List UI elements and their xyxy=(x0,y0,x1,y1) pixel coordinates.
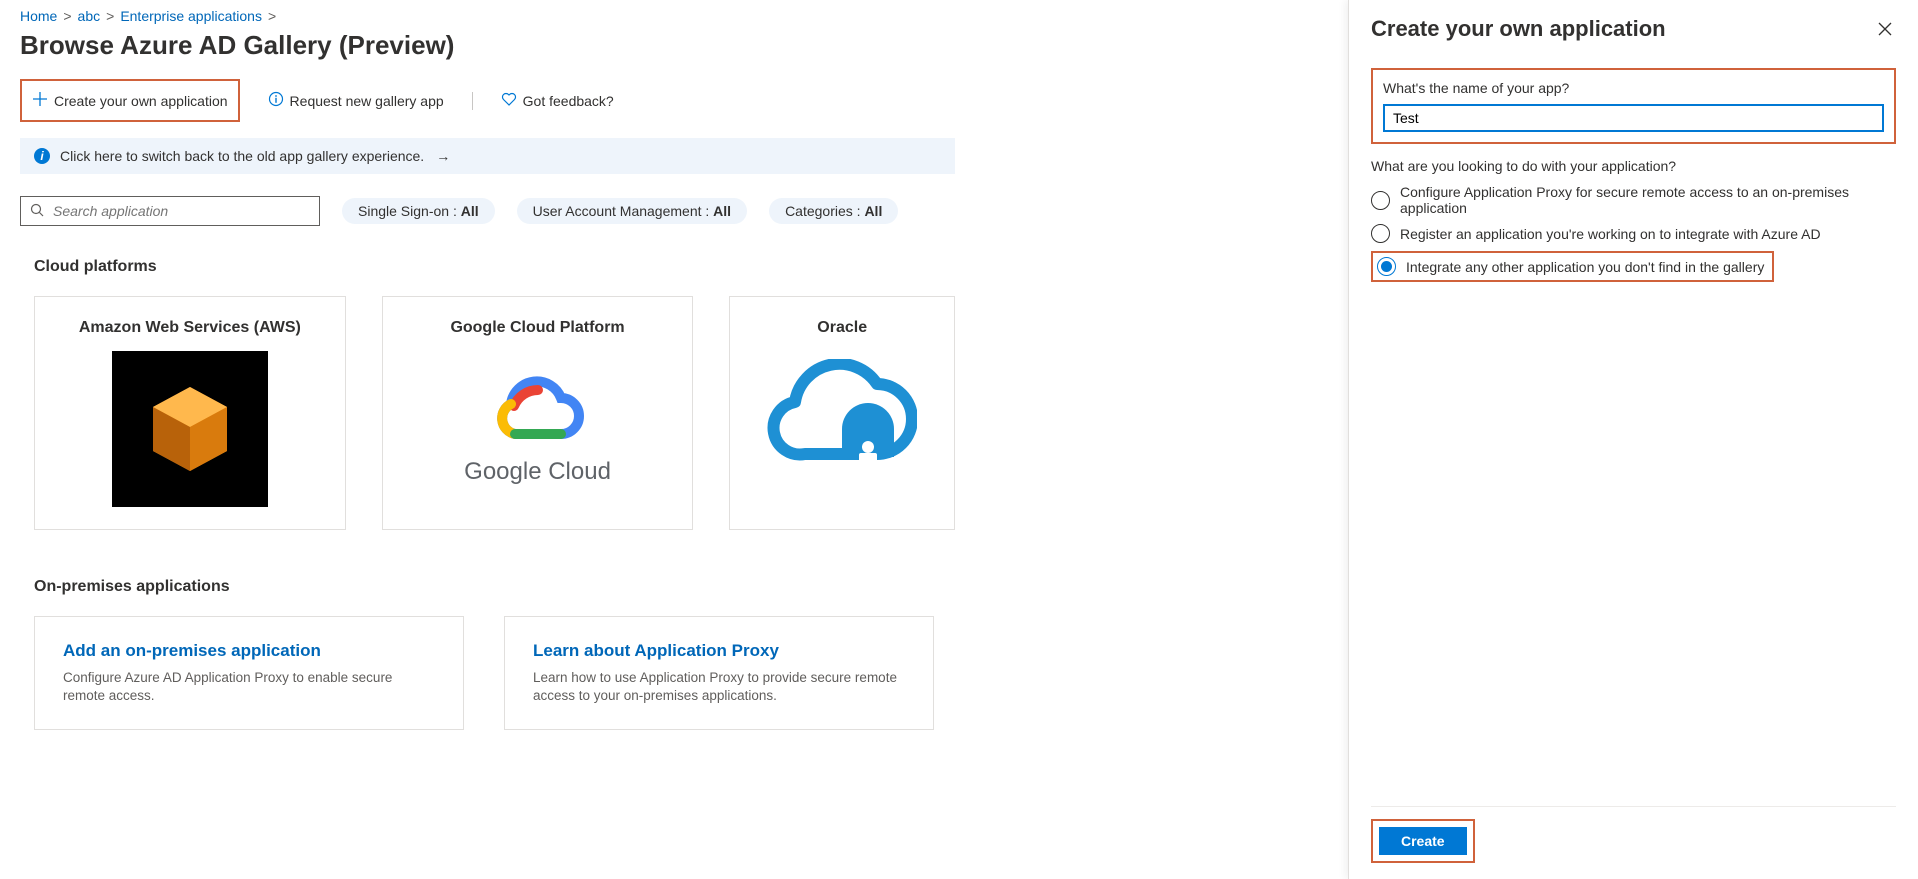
request-gallery-app-button[interactable]: Request new gallery app xyxy=(262,87,450,114)
gcp-logo-text: Google Cloud xyxy=(464,458,611,486)
search-icon xyxy=(29,202,45,221)
filter-cat-label: Categories : xyxy=(785,203,864,219)
radio-label-proxy: Configure Application Proxy for secure r… xyxy=(1400,184,1896,216)
arrow-right-icon: → xyxy=(436,148,450,164)
add-onprem-desc: Configure Azure AD Application Proxy to … xyxy=(63,669,435,705)
app-name-input[interactable] xyxy=(1383,104,1884,132)
info-bar[interactable]: i Click here to switch back to the old a… xyxy=(20,138,955,174)
feedback-button[interactable]: Got feedback? xyxy=(495,87,620,114)
breadcrumb-abc[interactable]: abc xyxy=(78,8,101,24)
radio-option-integrate[interactable]: Integrate any other application you don'… xyxy=(1371,251,1896,282)
breadcrumb-sep: > xyxy=(268,8,276,24)
card-gcp-title: Google Cloud Platform xyxy=(450,319,624,337)
filter-sso-label: Single Sign-on : xyxy=(358,203,461,219)
radio-label-register: Register an application you're working o… xyxy=(1400,226,1821,242)
filter-cat-value: All xyxy=(864,203,882,219)
info-icon xyxy=(268,91,284,110)
add-onprem-title[interactable]: Add an on-premises application xyxy=(63,641,435,661)
create-app-panel: Create your own application What's the n… xyxy=(1348,0,1918,879)
card-aws[interactable]: Amazon Web Services (AWS) xyxy=(34,296,346,530)
radio-icon xyxy=(1371,224,1390,243)
info-circle-icon: i xyxy=(34,148,50,164)
radio-icon-checked xyxy=(1377,257,1396,276)
breadcrumb-enterprise-apps[interactable]: Enterprise applications xyxy=(120,8,262,24)
panel-footer: Create xyxy=(1371,806,1896,863)
close-icon[interactable] xyxy=(1874,16,1896,45)
toolbar-divider xyxy=(472,92,473,110)
filter-sso-value: All xyxy=(461,203,479,219)
card-gcp[interactable]: Google Cloud Platform Google Cloud xyxy=(382,296,694,530)
search-input[interactable] xyxy=(51,202,311,220)
cloud-platform-cards: Amazon Web Services (AWS) Google Cloud P… xyxy=(34,296,955,530)
search-box[interactable] xyxy=(20,196,320,226)
radio-option-register[interactable]: Register an application you're working o… xyxy=(1371,224,1896,243)
radio-option-proxy[interactable]: Configure Application Proxy for secure r… xyxy=(1371,184,1896,216)
app-name-label: What's the name of your app? xyxy=(1383,80,1884,96)
breadcrumb-sep: > xyxy=(63,8,71,24)
filter-uam-label: User Account Management : xyxy=(533,203,714,219)
onprem-cards: Add an on-premises application Configure… xyxy=(34,616,955,730)
card-aws-title: Amazon Web Services (AWS) xyxy=(79,319,301,337)
info-text: Click here to switch back to the old app… xyxy=(60,148,424,164)
breadcrumb: Home > abc > Enterprise applications > xyxy=(20,8,955,24)
breadcrumb-sep: > xyxy=(106,8,114,24)
panel-title: Create your own application xyxy=(1371,16,1666,42)
card-oracle[interactable]: Oracle xyxy=(729,296,955,530)
learn-proxy-title[interactable]: Learn about Application Proxy xyxy=(533,641,905,661)
app-name-block: What's the name of your app? xyxy=(1371,68,1896,144)
learn-proxy-desc: Learn how to use Application Proxy to pr… xyxy=(533,669,905,705)
cloud-platforms-heading: Cloud platforms xyxy=(34,258,955,276)
card-add-onprem[interactable]: Add an on-premises application Configure… xyxy=(34,616,464,730)
card-learn-proxy[interactable]: Learn about Application Proxy Learn how … xyxy=(504,616,934,730)
heart-icon xyxy=(501,91,517,110)
toolbar: Create your own application Request new … xyxy=(20,79,955,122)
filter-categories[interactable]: Categories : All xyxy=(769,198,898,224)
create-own-app-label: Create your own application xyxy=(54,93,228,109)
page-title: Browse Azure AD Gallery (Preview) xyxy=(20,30,955,61)
filter-uam-value: All xyxy=(713,203,731,219)
filter-row: Single Sign-on : All User Account Manage… xyxy=(20,196,955,226)
filter-user-account[interactable]: User Account Management : All xyxy=(517,198,747,224)
create-own-app-button[interactable]: Create your own application xyxy=(20,79,240,122)
radio-label-integrate: Integrate any other application you don'… xyxy=(1406,259,1764,275)
card-oracle-title: Oracle xyxy=(817,319,867,337)
request-gallery-app-label: Request new gallery app xyxy=(290,93,444,109)
onprem-heading: On-premises applications xyxy=(34,578,955,596)
oracle-logo-icon xyxy=(762,349,922,509)
aws-logo-icon xyxy=(110,349,270,509)
panel-question: What are you looking to do with your app… xyxy=(1371,158,1896,174)
radio-icon xyxy=(1371,191,1390,210)
create-button[interactable]: Create xyxy=(1379,827,1467,855)
feedback-label: Got feedback? xyxy=(523,93,614,109)
filter-sso[interactable]: Single Sign-on : All xyxy=(342,198,495,224)
plus-icon xyxy=(32,91,48,110)
breadcrumb-home[interactable]: Home xyxy=(20,8,57,24)
gcp-logo-icon: Google Cloud xyxy=(458,349,618,509)
